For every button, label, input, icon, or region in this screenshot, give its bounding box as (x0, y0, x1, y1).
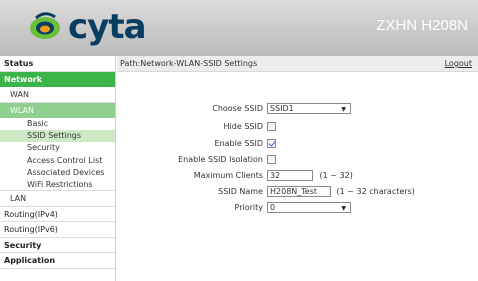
priority-select[interactable]: 0 ▼ (267, 202, 351, 213)
ssid-name-row: SSID Name H208N_Test (1 ~ 32 characters) (117, 186, 478, 198)
choose-ssid-value: SSID1 (270, 104, 294, 113)
ssid-settings-form: Choose SSID SSID1 ▼ Hide SSID Enable SSI… (117, 72, 478, 281)
device-model: ZXHN H208N (376, 17, 468, 34)
breadcrumb: Path:Network-WLAN-SSID Settings Logout (117, 56, 478, 72)
enable-ssid-checkbox[interactable] (267, 139, 276, 148)
enable-isolation-row: Enable SSID Isolation (117, 154, 478, 166)
brand-name: cyta (68, 7, 147, 47)
header-banner: cyta ZXHN H208N (0, 0, 478, 56)
brand-logo: cyta (8, 6, 168, 50)
hide-ssid-checkbox[interactable] (267, 122, 276, 131)
max-clients-row: Maximum Clients 32 (1 ~ 32) (117, 170, 478, 182)
sidebar-item-wlan-security[interactable]: Security (0, 142, 115, 154)
sidebar-item-associated-devices[interactable]: Associated Devices (0, 167, 115, 179)
choose-ssid-label: Choose SSID (212, 104, 263, 113)
enable-isolation-checkbox[interactable] (267, 155, 276, 164)
ssid-name-input[interactable]: H208N_Test (267, 186, 331, 197)
sidebar-item-wlan[interactable]: WLAN (0, 102, 115, 118)
chevron-down-icon: ▼ (341, 106, 346, 113)
sidebar-item-routing-ipv6[interactable]: Routing(IPv6) (0, 222, 115, 238)
sidebar-item-status[interactable]: Status (0, 56, 115, 72)
enable-ssid-label: Enable SSID (214, 139, 263, 148)
max-clients-label: Maximum Clients (193, 171, 263, 180)
sidebar-item-ssid-settings[interactable]: SSID Settings (0, 130, 115, 143)
sidebar-item-basic[interactable]: Basic (0, 118, 115, 130)
sidebar-item-network[interactable]: Network (0, 71, 115, 87)
sidebar-item-wan[interactable]: WAN (0, 87, 115, 103)
sidebar-nav: Status Network WAN WLAN Basic SSID Setti… (0, 56, 116, 281)
sidebar-item-routing-ipv4[interactable]: Routing(IPv4) (0, 207, 115, 223)
sidebar-item-wifi-restrictions[interactable]: WiFi Restrictions (0, 179, 115, 192)
priority-value: 0 (270, 203, 276, 212)
breadcrumb-path: Path:Network-WLAN-SSID Settings (120, 59, 258, 68)
choose-ssid-row: Choose SSID SSID1 ▼ (117, 103, 478, 115)
enable-isolation-label: Enable SSID Isolation (178, 155, 263, 164)
enable-ssid-row: Enable SSID (117, 138, 478, 150)
ssid-name-label: SSID Name (218, 187, 263, 196)
priority-row: Priority 0 ▼ (117, 202, 478, 214)
ssid-name-hint: (1 ~ 32 characters) (336, 187, 415, 196)
cyta-logo-icon (30, 12, 60, 39)
hide-ssid-label: Hide SSID (223, 122, 263, 131)
sidebar-item-application[interactable]: Application (0, 253, 115, 269)
sidebar-item-lan[interactable]: LAN (0, 191, 115, 207)
choose-ssid-select[interactable]: SSID1 ▼ (267, 103, 351, 114)
max-clients-hint: (1 ~ 32) (319, 171, 353, 180)
hide-ssid-row: Hide SSID (117, 121, 478, 133)
sidebar-item-security[interactable]: Security (0, 238, 115, 254)
chevron-down-icon: ▼ (341, 205, 346, 212)
sidebar-item-access-control-list[interactable]: Access Control List (0, 155, 115, 167)
max-clients-input[interactable]: 32 (267, 170, 313, 181)
logout-link[interactable]: Logout (445, 56, 472, 72)
priority-label: Priority (234, 203, 263, 212)
